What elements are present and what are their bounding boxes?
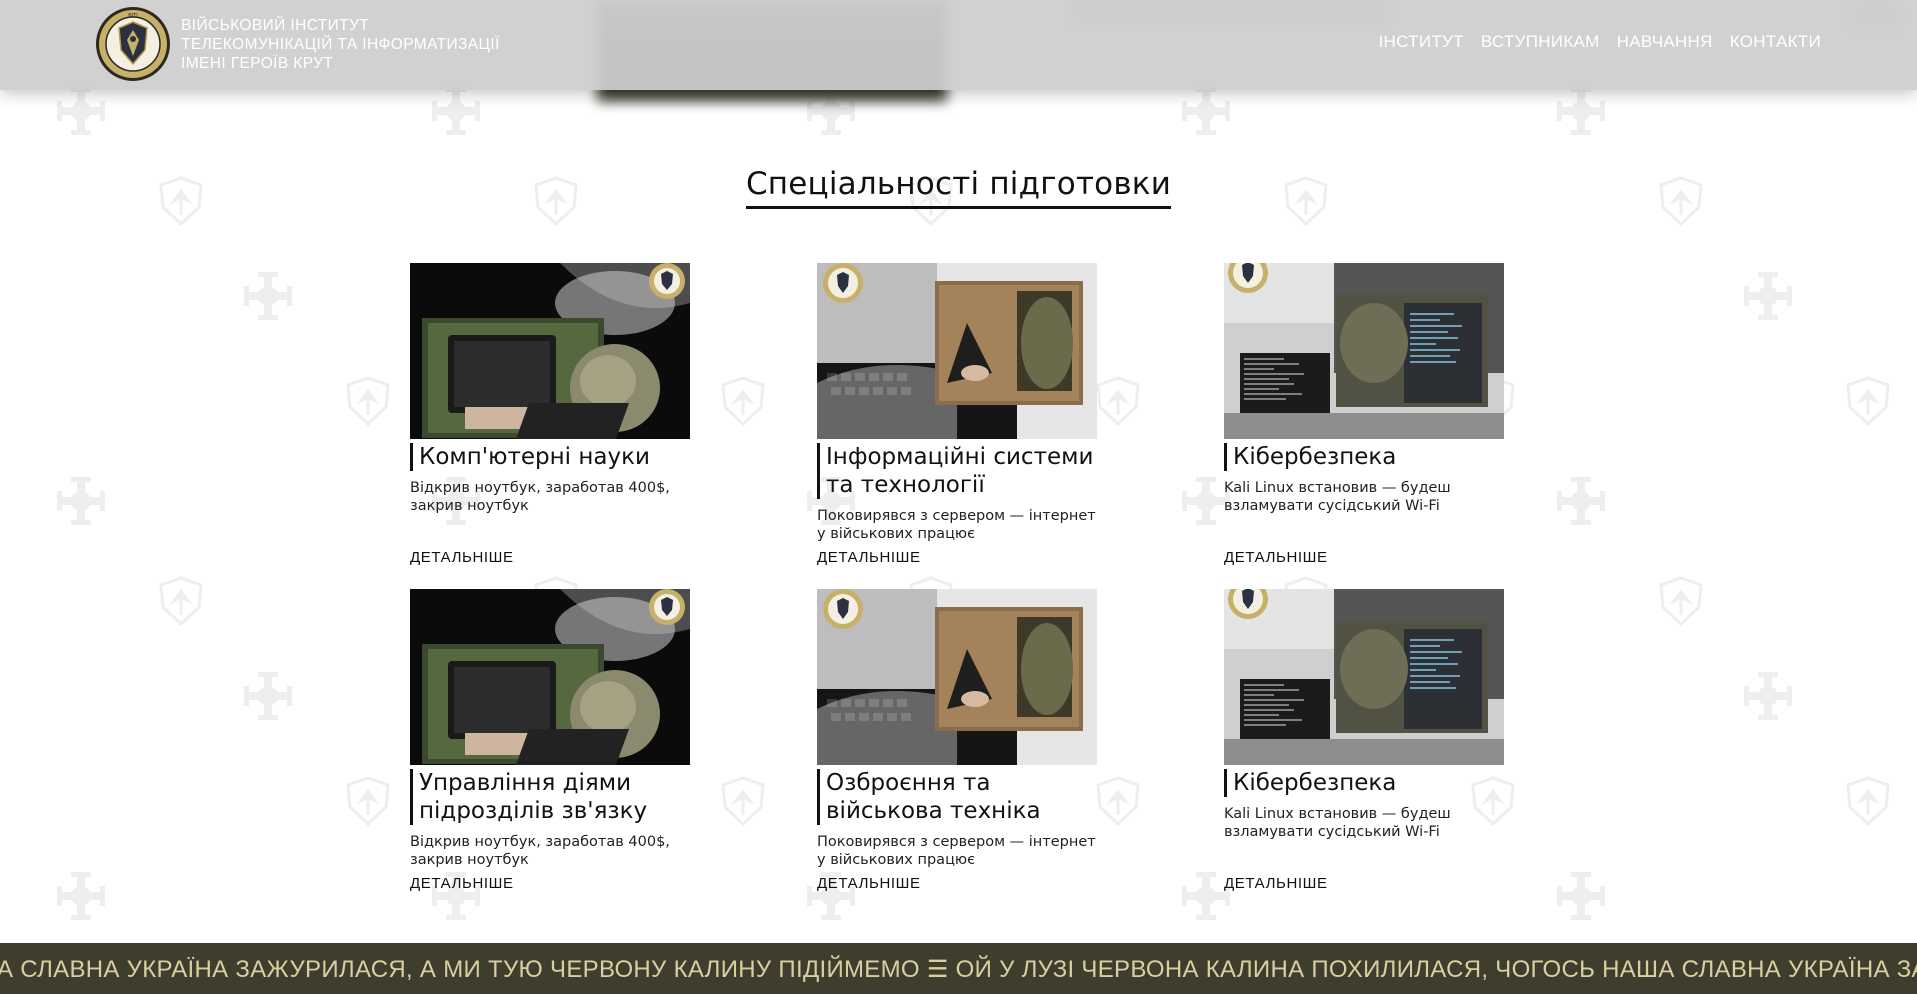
cross-emblem-icon	[55, 870, 107, 922]
cross-emblem-icon	[1742, 270, 1794, 322]
page-title: Спеціальності підготовки	[745, 166, 1172, 209]
cyber-monitors-photo[interactable]	[1224, 263, 1504, 439]
specialty-description: Kali Linux встановив — будеш взламувати …	[1224, 806, 1451, 840]
laptop-field-photo[interactable]	[410, 589, 690, 765]
cross-emblem-icon	[1555, 85, 1607, 137]
shield-eagle-icon	[717, 375, 769, 427]
cross-emblem-icon	[242, 670, 294, 722]
specialty-name: Озброєння та військова техніка	[817, 769, 1099, 825]
details-link[interactable]: ДЕТАЛЬНІШЕ	[410, 549, 514, 566]
specialty-description: Поковирявся з сервером — інтернет у війс…	[817, 508, 1096, 542]
server-room-photo[interactable]	[817, 263, 1097, 439]
specialty-name: Кібербезпека	[1224, 769, 1506, 797]
specialty-name: Інформаційні системи та технології	[817, 443, 1099, 499]
shield-eagle-icon	[155, 575, 207, 627]
brand-line: ТЕЛЕКОМУНІКАЦІЙ ТА ІНФОРМАТИЗАЦІЇ	[181, 36, 500, 53]
nav-link-study[interactable]: НАВЧАННЯ	[1617, 32, 1713, 52]
laptop-field-photo[interactable]	[410, 263, 690, 439]
specialty-description: Kali Linux встановив — будеш взламувати …	[1224, 480, 1451, 514]
details-link[interactable]: ДЕТАЛЬНІШЕ	[1224, 549, 1328, 566]
shield-eagle-icon	[1092, 375, 1144, 427]
details-link[interactable]: ДЕТАЛЬНІШЕ	[817, 875, 921, 892]
brand-line: ІМЕНІ ГЕРОЇВ КРУТ	[181, 55, 334, 72]
brand-name[interactable]: ВІЙСЬКОВИЙ ІНСТИТУТ ТЕЛЕКОМУНІКАЦІЙ ТА І…	[181, 16, 500, 73]
nav-link-contacts[interactable]: КОНТАКТИ	[1730, 32, 1821, 52]
svg-text:ВІТІ: ВІТІ	[128, 13, 137, 19]
cross-emblem-icon	[430, 85, 482, 137]
shield-eagle-icon	[342, 375, 394, 427]
specialty-card[interactable]: Кібербезпека Kali Linux встановив — буде…	[1224, 589, 1506, 892]
cross-emblem-icon	[55, 85, 107, 137]
specialty-card[interactable]: Комп'ютерні науки Відкрив ноутбук, зараб…	[410, 263, 692, 566]
server-room-photo[interactable]	[817, 589, 1097, 765]
shield-eagle-icon	[717, 775, 769, 827]
specialty-description: Відкрив ноутбук, заработав 400$, закрив …	[410, 834, 670, 868]
shield-eagle-icon	[1842, 775, 1894, 827]
specialty-description: Відкрив ноутбук, заработав 400$, закрив …	[410, 480, 670, 514]
specialty-card[interactable]: Інформаційні системи та технології Поков…	[817, 263, 1099, 566]
details-link[interactable]: ДЕТАЛЬНІШЕ	[1224, 875, 1328, 892]
cross-emblem-icon	[242, 270, 294, 322]
specialty-card[interactable]: Управління діями підрозділів зв'язку Від…	[410, 589, 692, 892]
shield-eagle-icon	[1092, 775, 1144, 827]
cross-emblem-icon	[1555, 870, 1607, 922]
cross-emblem-icon	[1180, 85, 1232, 137]
nav-link-applicants[interactable]: ВСТУПНИКАМ	[1481, 32, 1600, 52]
specialty-name: Управління діями підрозділів зв'язку	[410, 769, 692, 825]
shield-eagle-icon	[1842, 375, 1894, 427]
institute-emblem-icon[interactable]: ВІТІ	[95, 6, 171, 82]
details-link[interactable]: ДЕТАЛЬНІШЕ	[410, 875, 514, 892]
anthem-marquee: А СЛАВНА УКРАЇНА ЗАЖУРИЛАСЯ, А МИ ТУЮ ЧЕ…	[0, 943, 1917, 994]
section-heading: Спеціальності підготовки	[0, 166, 1917, 209]
cross-emblem-icon	[1742, 670, 1794, 722]
brand-line: ВІЙСЬКОВИЙ ІНСТИТУТ	[181, 17, 370, 34]
nav-link-institute[interactable]: ІНСТИТУТ	[1379, 32, 1464, 52]
cross-emblem-icon	[1555, 475, 1607, 527]
shield-eagle-icon	[1655, 575, 1707, 627]
specialty-name: Кібербезпека	[1224, 443, 1506, 471]
cyber-monitors-photo[interactable]	[1224, 589, 1504, 765]
marquee-text: А СЛАВНА УКРАЇНА ЗАЖУРИЛАСЯ, А МИ ТУЮ ЧЕ…	[0, 956, 1917, 983]
cross-emblem-icon	[55, 475, 107, 527]
main-nav: ІНСТИТУТ ВСТУПНИКАМ НАВЧАННЯ КОНТАКТИ	[1379, 32, 1821, 52]
details-link[interactable]: ДЕТАЛЬНІШЕ	[817, 549, 921, 566]
specialty-card[interactable]: Кібербезпека Kali Linux встановив — буде…	[1224, 263, 1506, 566]
specialty-card[interactable]: Озброєння та військова техніка Поковиряв…	[817, 589, 1099, 892]
specialty-description: Поковирявся з сервером — інтернет у війс…	[817, 834, 1096, 868]
shield-eagle-icon	[342, 775, 394, 827]
specialty-name: Комп'ютерні науки	[410, 443, 692, 471]
